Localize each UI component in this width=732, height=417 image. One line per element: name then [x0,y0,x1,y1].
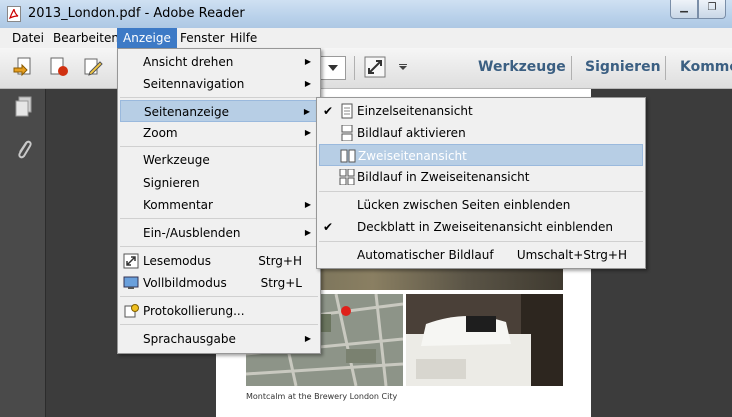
chevron-down-icon [328,65,338,71]
toolbar-divider [665,56,666,80]
open-file-icon[interactable] [12,56,34,78]
menu-item-vollbildmodus[interactable]: Vollbildmodus Strg+L [120,272,318,294]
fit-page-icon[interactable] [364,56,386,78]
menu-separator [120,218,318,219]
window-title: 2013_London.pdf - Adobe Reader [28,6,245,21]
sign-pane-link[interactable]: Signieren [585,59,661,75]
page-navigation-dropdown[interactable] [320,56,346,80]
menu-separator [120,324,318,325]
menu-item-signieren[interactable]: Signieren [120,172,318,194]
menu-item-bildlauf-zweiseitenansicht[interactable]: Bildlauf in Zweiseitenansicht [319,166,643,188]
photo-caption: Montcalm at the Brewery London City [246,392,398,401]
menu-item-seitenanzeige[interactable]: Seitenanzeige ▶ [120,100,318,122]
menu-bar: Datei Bearbeiten Anzeige Fenster Hilfe [0,28,732,49]
page-thumbnails-icon[interactable] [14,96,34,118]
menu-item-zoom[interactable]: Zoom ▶ [120,122,318,144]
toolbar-divider [571,56,572,80]
menu-item-kommentar[interactable]: Kommentar ▶ [120,194,318,216]
menu-separator [120,146,318,147]
create-pdf-icon[interactable] [48,56,70,78]
menu-separator [319,241,643,242]
seitenanzeige-submenu: ✔ Einzelseitenansicht Bildlauf aktiviere… [316,97,646,269]
menu-item-werkzeuge[interactable]: Werkzeuge [120,149,318,171]
menu-item-bildlauf-aktivieren[interactable]: Bildlauf aktivieren [319,122,643,144]
menu-separator [319,191,643,192]
menu-fenster[interactable]: Fenster [174,28,231,48]
comment-pane-link[interactable]: Kommer [680,59,732,75]
menu-anzeige[interactable]: Anzeige [117,28,177,48]
attachment-paperclip-icon[interactable] [15,137,33,163]
menu-bearbeiten[interactable]: Bearbeiten [47,28,125,48]
toolbar-divider [354,56,355,80]
menu-item-protokollierung[interactable]: Protokollierung... [120,300,318,322]
toolbar: Werkzeuge Signieren Kommer [0,48,732,89]
menu-item-sprachausgabe[interactable]: Sprachausgabe ▶ [120,328,318,350]
submenu-arrow-icon: ▶ [304,128,311,137]
menu-item-ein-ausblenden[interactable]: Ein-/Ausblenden ▶ [120,222,318,244]
menu-datei[interactable]: Datei [6,28,50,48]
menu-item-ansicht-drehen[interactable]: Ansicht drehen ▶ [120,51,318,73]
menu-item-einzelseitenansicht[interactable]: ✔ Einzelseitenansicht [319,100,643,122]
menu-separator [120,246,318,247]
single-page-icon [341,103,353,119]
menu-item-zweiseitenansicht[interactable]: Zweiseitenansicht [319,144,643,166]
anzeige-menu: Ansicht drehen ▶ Seitennavigation ▶ Seit… [117,48,321,354]
edit-pencil-icon[interactable] [82,56,104,78]
checkmark-icon: ✔ [323,104,334,118]
menu-separator [120,296,318,297]
menu-separator [120,97,318,98]
submenu-arrow-icon: ▶ [304,200,311,209]
title-bar: 2013_London.pdf - Adobe Reader ▁ ❐ [0,0,732,28]
menu-item-seitennavigation[interactable]: Seitennavigation ▶ [120,73,318,95]
pdf-file-icon [7,6,21,22]
toolbar-more-icon[interactable] [399,64,407,70]
restore-button[interactable]: ❐ [698,0,726,19]
scrolling-icon [341,125,353,141]
submenu-arrow-icon: ▶ [304,79,311,88]
menu-item-lesemodus[interactable]: Lesemodus Strg+H [120,250,318,272]
menu-item-deckblatt-einblenden[interactable]: ✔ Deckblatt in Zweiseitenansicht einblen… [319,216,643,238]
menu-item-luecken-einblenden[interactable]: Lücken zwischen Seiten einblenden [319,194,643,216]
read-mode-icon [123,253,139,269]
tracker-icon [124,304,139,318]
full-screen-icon [123,276,139,289]
tools-pane-link[interactable]: Werkzeuge [478,59,566,75]
hotel-room-photo [406,294,563,386]
navigation-panel [0,89,46,417]
submenu-arrow-icon: ▶ [303,107,310,116]
submenu-arrow-icon: ▶ [304,57,311,66]
checkmark-icon: ✔ [323,220,334,234]
menu-item-automatischer-bildlauf[interactable]: Automatischer Bildlauf Umschalt+Strg+H [319,244,643,266]
submenu-arrow-icon: ▶ [304,334,311,343]
two-page-icon [340,149,356,163]
two-page-scrolling-icon [339,169,355,185]
submenu-arrow-icon: ▶ [304,228,311,237]
menu-hilfe[interactable]: Hilfe [224,28,263,48]
minimize-button[interactable]: ▁ [670,0,698,19]
